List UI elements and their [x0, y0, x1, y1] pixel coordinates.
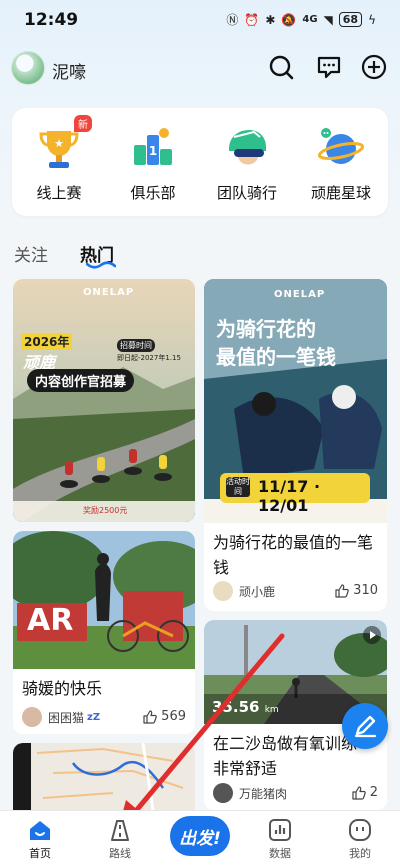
nav-home[interactable]: 首页 [0, 811, 80, 867]
new-badge: 新 [74, 115, 92, 132]
author-name: 困困猫 [48, 710, 85, 725]
search-button[interactable] [266, 52, 296, 82]
message-icon [317, 56, 341, 79]
user-avatar[interactable] [11, 51, 45, 85]
post-image-recruit: 招募时间 [117, 339, 155, 352]
like-button[interactable]: 2 [352, 785, 378, 800]
event-dates: 11/17 · 12/01 [258, 477, 321, 515]
post-title: 骑媛的快乐 [22, 679, 103, 698]
author-name: 顽小鹿 [239, 584, 276, 599]
search-icon [269, 55, 294, 80]
annotation-arrow [118, 633, 285, 830]
feature-shortcuts: ★ 新 线上赛 1 俱乐部 团队骑行 顽鹿星球 [12, 108, 388, 216]
status-bar: 12:49 Ⓝ ⏰ ✱ 🔕 4G ◥ 68 ϟ [0, 0, 400, 40]
post-card[interactable]: ONELAP 2026年 顽鹿 招募时间 即日起-2027年1.15 内容创作官… [13, 279, 195, 522]
like-count: 310 [353, 583, 378, 598]
status-time: 12:49 [24, 10, 79, 30]
svg-text:1: 1 [149, 144, 157, 158]
nav-label: 路线 [109, 847, 131, 860]
svg-text:★: ★ [54, 137, 64, 150]
event-dates-banner: 活动时间 11/17 · 12/01 [220, 473, 370, 515]
chart-icon [269, 819, 291, 841]
post-image-date: 即日起-2027年1.15 [117, 354, 181, 362]
charging-icon: ϟ [368, 12, 376, 27]
go-button[interactable]: 出发! [170, 816, 230, 856]
post-title: 为骑行花的最值的一笔钱 [213, 533, 374, 577]
feature-planet[interactable]: 顽鹿星球 [294, 108, 388, 216]
like-count: 2 [369, 785, 378, 800]
feature-team-ride[interactable]: 团队骑行 [200, 108, 294, 216]
feature-label: 线上赛 [36, 184, 82, 202]
battery-indicator: 68 [338, 12, 363, 27]
post-author[interactable]: 顽小鹿 [213, 581, 275, 601]
nav-label: 首页 [29, 847, 51, 860]
tab-follow[interactable]: 关注 [14, 241, 48, 266]
nav-data[interactable]: 数据 [240, 811, 320, 867]
nfc-icon: Ⓝ [226, 13, 239, 27]
post-author[interactable]: 困困猫 zZ [22, 707, 100, 727]
feature-label: 顽鹿星球 [310, 184, 371, 202]
post-card[interactable]: ONELAP 为骑行花的 最值的一笔钱 活动时间 11/17 · 12/01 为… [204, 279, 387, 611]
feature-label: 团队骑行 [216, 184, 277, 202]
profile-icon [349, 819, 371, 841]
author-avatar [213, 581, 233, 601]
nav-label: 我的 [349, 847, 371, 860]
brand-logo: ONELAP [274, 289, 326, 300]
status-icons: Ⓝ ⏰ ✱ 🔕 4G ◥ 68 ϟ [226, 11, 376, 28]
nav-route[interactable]: 路线 [80, 811, 160, 867]
feature-online-race[interactable]: ★ 新 线上赛 [12, 108, 106, 216]
post-image-line2: 最值的一笔钱 [216, 345, 336, 369]
network-label: 4G [302, 14, 318, 25]
nav-label: 数据 [269, 847, 291, 860]
route-icon [111, 820, 129, 841]
tab-active-indicator [86, 261, 116, 269]
add-button[interactable] [359, 52, 389, 82]
message-button[interactable] [314, 52, 344, 82]
author-avatar [22, 707, 42, 727]
post-image [13, 279, 195, 522]
home-icon [30, 821, 50, 840]
feature-label: 俱乐部 [130, 184, 176, 202]
post-image-headline: 内容创作官招募 [27, 369, 135, 392]
alarm-icon: ⏰ [244, 12, 260, 27]
pen-icon [354, 715, 377, 738]
planet-icon [318, 128, 364, 164]
add-icon [361, 54, 387, 80]
event-label: 活动时间 [226, 477, 250, 497]
wifi-icon: ◥ [323, 12, 333, 27]
like-button[interactable]: 310 [335, 583, 378, 598]
play-icon[interactable] [363, 626, 381, 644]
username[interactable]: 泥嚎 [52, 58, 86, 83]
sleep-icon: zZ [87, 711, 101, 723]
podium-icon: 1 [134, 128, 172, 165]
post-image-sign: AR [27, 603, 74, 638]
mute-icon: 🔕 [281, 12, 297, 27]
feature-club[interactable]: 1 俱乐部 [106, 108, 200, 216]
post-image-footer: 奖励2500元 [83, 506, 128, 515]
helmet-icon [229, 130, 266, 165]
post-image-year: 2026年 [21, 333, 73, 350]
post-image-line1: 为骑行花的 [216, 317, 316, 341]
nav-profile[interactable]: 我的 [320, 811, 400, 867]
bluetooth-icon: ✱ [265, 12, 276, 27]
compose-button[interactable] [342, 703, 388, 749]
thumbs-up-icon [335, 583, 349, 598]
thumbs-up-icon [352, 785, 366, 800]
brand-logo: ONELAP [83, 287, 135, 298]
